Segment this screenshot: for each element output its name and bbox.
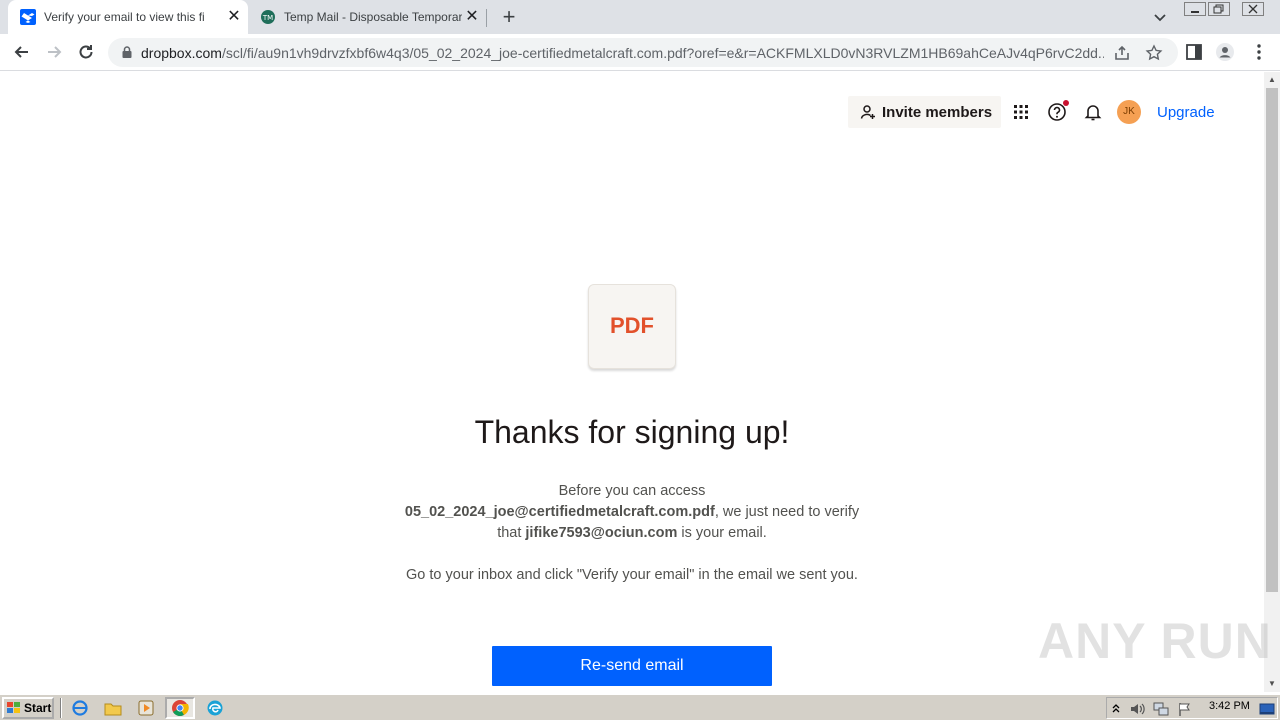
dropbox-icon [20, 9, 36, 25]
tab-verify-email[interactable]: Verify your email to view this file ✕ [8, 0, 248, 34]
close-tab-icon[interactable]: ✕ [226, 9, 242, 25]
taskbar-separator [60, 698, 62, 718]
page-title: Thanks for signing up! [474, 414, 790, 450]
new-tab-icon[interactable]: + [499, 6, 519, 28]
resend-email-button[interactable]: Re-send email [492, 646, 772, 686]
lock-icon[interactable] [120, 45, 134, 59]
tempmail-icon: TM [261, 10, 275, 24]
browser-toolbar: dropbox.com/scl/fi/au9n1vh9drvzfxbf6w4q3… [0, 34, 1280, 71]
back-icon[interactable] [12, 42, 32, 62]
file-name: 05_02_2024_joe@certifiedmetalcraft.com.p… [404, 504, 715, 520]
edge-icon[interactable] [206, 699, 224, 717]
internet-explorer-icon[interactable] [71, 699, 89, 717]
email-address: jifike7593@ociun.com [525, 525, 678, 541]
system-tray [1106, 697, 1278, 719]
pdf-file-icon: PDF [588, 284, 676, 369]
network-icon[interactable] [1153, 701, 1169, 717]
action-center-flag-icon[interactable] [1177, 701, 1193, 717]
taskbar-clock: 3:42 PM [1209, 700, 1250, 712]
scroll-up-icon[interactable]: ▲ [1264, 72, 1280, 88]
bell-icon[interactable] [1083, 102, 1103, 122]
menu-kebab-icon[interactable] [1249, 42, 1269, 62]
reload-icon[interactable] [76, 42, 96, 62]
restore-icon[interactable] [1208, 2, 1230, 16]
windows-logo-icon [7, 702, 20, 713]
upgrade-link[interactable]: Upgrade [1157, 104, 1215, 121]
add-person-icon [860, 105, 875, 119]
file-type-badge: PDF [610, 313, 654, 338]
folder-icon[interactable] [104, 699, 122, 717]
instructions-suffix: is your email. [677, 525, 767, 541]
watermark-logo: ANY RUN [1038, 613, 1272, 669]
invite-members-label: Invite members [882, 103, 993, 121]
side-panel-icon[interactable] [1184, 42, 1204, 62]
address-bar[interactable]: dropbox.com/scl/fi/au9n1vh9drvzfxbf6w4q3… [108, 38, 1178, 67]
tab-temp-mail[interactable]: TM Temp Mail - Disposable Temporary Emai… [248, 0, 486, 34]
invite-members-button[interactable]: Invite members [848, 96, 1001, 128]
bookmark-star-icon[interactable] [1145, 44, 1163, 62]
media-player-icon[interactable] [137, 699, 155, 717]
scrollbar-thumb[interactable] [1266, 88, 1278, 592]
app-grid-icon[interactable] [1011, 102, 1031, 122]
url-text[interactable]: dropbox.com/scl/fi/au9n1vh9drvzfxbf6w4q3… [141, 45, 1104, 61]
tab-strip: Verify your email to view this file ✕ TM… [0, 0, 1280, 34]
tray-expand-icon[interactable] [1111, 701, 1121, 715]
close-window-icon[interactable] [1242, 2, 1264, 16]
url-path: /scl/fi/au9n1vh9drvzfxbf6w4q3/05_02_2024… [221, 45, 1104, 61]
share-icon[interactable] [1113, 44, 1131, 62]
chrome-icon [172, 700, 189, 716]
start-button[interactable]: Start [2, 697, 54, 719]
verify-instructions: Before you can access 05_02_2024_joe@cer… [402, 481, 862, 544]
show-desktop-icon[interactable] [1259, 701, 1275, 717]
chevron-down-icon[interactable] [1152, 9, 1168, 25]
inbox-instructions: Go to your inbox and click "Verify your … [406, 567, 858, 583]
close-tab-icon[interactable]: ✕ [464, 9, 480, 25]
avatar[interactable]: JK [1117, 100, 1141, 124]
start-label: Start [24, 701, 52, 715]
svg-text:TM: TM [262, 14, 273, 22]
profile-icon[interactable] [1215, 42, 1235, 62]
minimize-icon[interactable] [1184, 2, 1206, 16]
tab-title: Verify your email to view this file [44, 10, 204, 24]
instructions-prefix: Before you can access [558, 483, 706, 499]
tab-separator [486, 9, 487, 27]
tab-title: Temp Mail - Disposable Temporary Email [284, 10, 462, 24]
scroll-down-icon[interactable]: ▼ [1264, 676, 1280, 692]
forward-icon[interactable] [44, 42, 64, 62]
notification-dot [1063, 100, 1069, 106]
volume-icon[interactable] [1129, 701, 1145, 717]
taskbar: Start [0, 694, 1280, 720]
url-host: dropbox.com [141, 45, 222, 61]
chrome-taskbar-button[interactable] [165, 697, 195, 719]
